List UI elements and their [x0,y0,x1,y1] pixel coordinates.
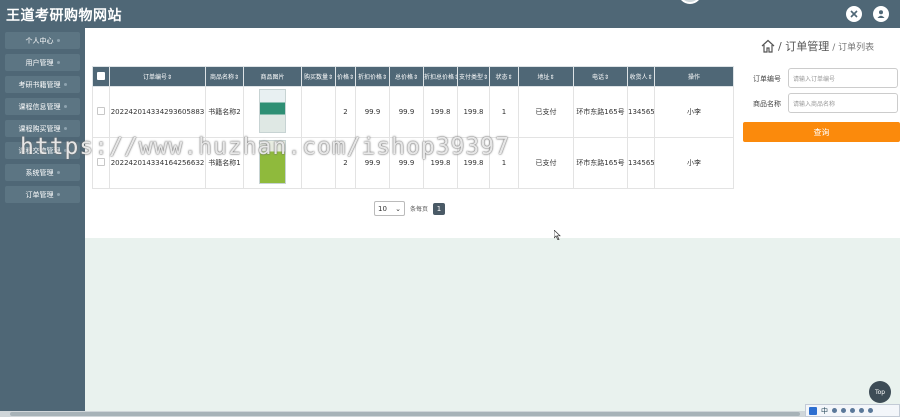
product-name-label: 商品名称 [753,100,781,108]
phone: 13456545981 [627,137,655,189]
address: 环市东路165号 [573,137,628,189]
sidebar-item-label: 考研书籍管理 [18,80,61,89]
total-price: 199.8 [423,86,458,138]
select-all-header[interactable] [92,66,110,87]
ime-toolbar[interactable]: 中 [805,404,900,417]
column-header[interactable]: 商品名称⇕ [205,66,244,87]
column-header[interactable]: 收货人⇕ [627,66,655,87]
quantity: 2 [335,86,356,138]
ime-punct-icon[interactable] [841,408,846,413]
sidebar-item-personal-center[interactable]: 个人中心 [5,32,80,49]
user-icon[interactable] [873,6,889,22]
chevron-down-icon: ⌄ [395,204,401,213]
pagination: 10 ⌄ 条每页 1 [374,201,446,216]
top-bar: 王道考研购物网站 [0,0,900,28]
orders-table: 订单编号⇕ 商品名称⇕ 商品图片 购买数量⇕ 价格⇕ 折扣价格⇕ 总价格⇕ 折扣… [92,66,734,189]
column-header[interactable]: 支付类型⇕ [457,66,490,87]
status: 已支付 [518,137,574,189]
search-button[interactable]: 查询 [743,122,900,142]
page-number-button[interactable]: 1 [433,202,446,215]
ime-keyboard-icon[interactable] [850,408,855,413]
ime-moon-icon[interactable] [832,408,837,413]
home-icon[interactable] [760,38,776,54]
sidebar-item-users[interactable]: 用户管理 [5,54,80,71]
sidebar-item-label: 订单管理 [25,190,54,199]
sidebar: 个人中心 用户管理 考研书籍管理 课程信息管理 课程购买管理 课程交流管理 系统… [0,28,85,412]
column-header: 操作 [654,66,734,87]
dot-icon [56,193,60,196]
receiver: 小李 [654,137,734,189]
receiver: 小李 [654,86,734,138]
breadcrumb-orders[interactable]: / 订单管理 [778,38,829,54]
column-header[interactable]: 价格⇕ [335,66,356,87]
watermark: https://www.huzhan.com/ishop39397 [20,134,510,160]
table-row: 20224201433429360588З 书籍名称2 2 99.9 99.9 … [92,86,734,138]
phone: 13456545981 [627,86,655,138]
sidebar-item-label: 课程信息管理 [18,102,61,111]
column-header[interactable]: 状态⇕ [489,66,519,87]
ime-language[interactable]: 中 [821,406,828,416]
dot-icon [63,127,67,130]
sidebar-item-system[interactable]: 系统管理 [5,164,80,181]
select-all-checkbox[interactable] [97,71,105,80]
discount-total: 199.8 [457,86,490,138]
dot-icon [56,171,60,174]
back-to-top-button[interactable]: Top [869,381,891,403]
column-header[interactable]: 总价格⇕ [389,66,424,87]
address: 环市东路165号 [573,86,628,138]
page-size-text: 条每页 [410,206,429,213]
page-size-select[interactable]: 10 ⌄ [374,201,405,216]
column-header[interactable]: 订单编号⇕ [109,66,206,87]
product-name: 书籍名称2 [205,86,244,138]
column-header: 商品图片 [243,66,302,87]
sidebar-item-orders[interactable]: 订单管理 [5,186,80,203]
user-avatar[interactable] [678,0,702,4]
column-header[interactable]: 折扣价格⇕ [355,66,390,87]
ime-skin-icon[interactable] [859,408,864,413]
page-size-value: 10 [378,204,387,213]
product-name-input[interactable]: 请输入商品名称 [788,93,898,113]
sidebar-item-label: 个人中心 [25,36,54,45]
sidebar-item-label: 课程购买管理 [18,124,61,133]
sidebar-item-course-info[interactable]: 课程信息管理 [5,98,80,115]
column-header[interactable]: 购买数量⇕ [301,66,336,87]
ime-settings-icon[interactable] [868,408,873,413]
status: 已支付 [518,86,574,138]
sidebar-item-label: 系统管理 [25,168,54,177]
column-header[interactable]: 折扣总价格⇕ [423,66,458,87]
horizontal-scrollbar[interactable] [0,411,900,417]
dot-icon [63,83,67,86]
ime-logo-icon [809,406,817,415]
column-header[interactable]: 电话⇕ [573,66,628,87]
pay-type: 1 [489,86,519,138]
fullscreen-icon[interactable] [846,6,862,22]
discount-price: 99.9 [389,86,424,138]
dot-icon [56,61,60,64]
main-panel: / 订单管理 / 订单列表 订单编号⇕ 商品名称⇕ 商品图片 购买数量⇕ 价格⇕… [85,28,900,238]
scrollbar-thumb[interactable] [10,412,800,416]
column-header[interactable]: 地址⇕ [518,66,574,87]
mouse-cursor-icon [554,230,561,240]
order-number: 20224201433429360588З [109,86,206,138]
breadcrumb: / 订单管理 / 订单列表 [760,38,874,54]
site-title: 王道考研购物网站 [6,8,122,24]
sidebar-item-label: 用户管理 [25,58,54,67]
dot-icon [56,39,60,42]
product-image [259,89,286,133]
sidebar-item-books[interactable]: 考研书籍管理 [5,76,80,93]
table-header-row: 订单编号⇕ 商品名称⇕ 商品图片 购买数量⇕ 价格⇕ 折扣价格⇕ 总价格⇕ 折扣… [92,66,734,87]
order-number-input[interactable]: 请输入订单编号 [788,68,898,88]
dot-icon [63,105,67,108]
price: 99.9 [355,86,390,138]
row-checkbox[interactable] [97,107,105,115]
breadcrumb-order-list: / 订单列表 [832,42,875,53]
order-number-label: 订单编号 [753,75,781,83]
